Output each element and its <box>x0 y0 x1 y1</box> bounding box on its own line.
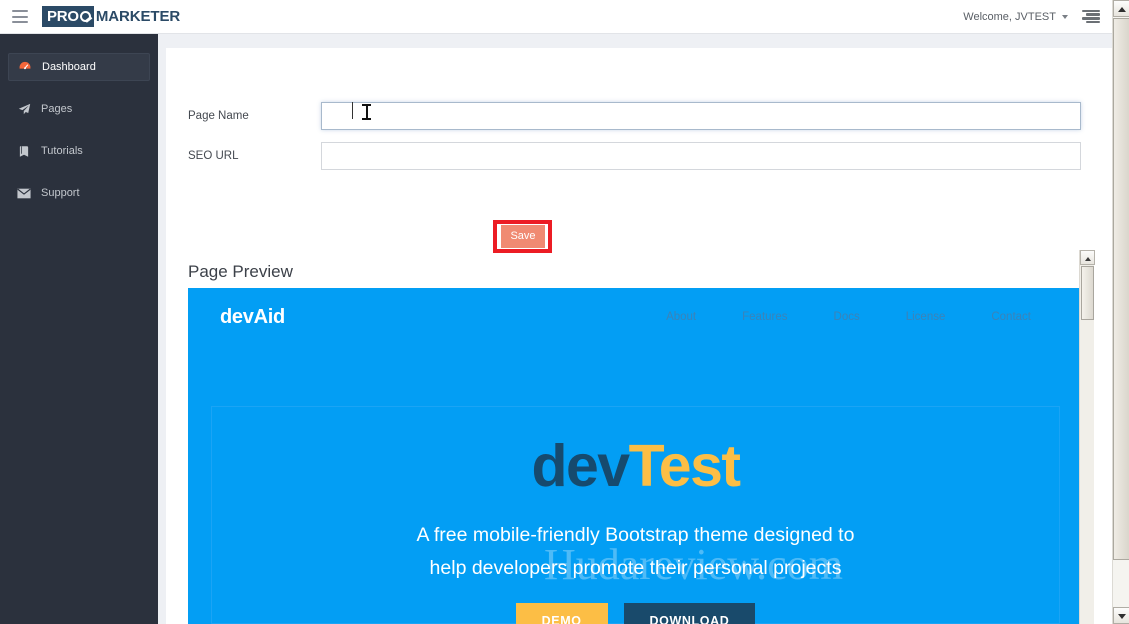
list-icon-bar <box>1082 17 1100 20</box>
hamburger-bar <box>12 10 28 12</box>
brand-logo-text: PRO <box>47 8 79 25</box>
welcome-label[interactable]: Welcome, JVTEST <box>963 11 1062 23</box>
top-bar: PRO MARKETER Welcome, JVTEST <box>0 0 1112 34</box>
brand-logo-box: PRO <box>42 6 94 27</box>
envelope-icon <box>16 188 32 199</box>
book-icon <box>16 145 32 158</box>
page-name-label: Page Name <box>188 110 249 122</box>
preview-demo-button[interactable]: DEMO <box>515 603 608 624</box>
hamburger-icon[interactable] <box>12 10 28 23</box>
seo-url-row: SEO URL <box>166 142 1081 170</box>
preview-hero-buttons: DEMO DOWNLOAD <box>212 603 1059 624</box>
brand-ring-icon <box>79 11 91 22</box>
sidebar-item-tutorials[interactable]: Tutorials <box>8 137 150 165</box>
sidebar: Dashboard Pages Tutorials Support <box>0 34 158 624</box>
preview-hero-title-part2: Test <box>628 433 741 499</box>
sidebar-item-label: Pages <box>41 103 73 115</box>
seo-url-label: SEO URL <box>188 150 239 162</box>
list-icon-bar <box>1082 9 1100 12</box>
preview-navbar: devAid About Features Docs License Conta… <box>188 288 1083 346</box>
preview-hero-title: devTest <box>212 435 1059 497</box>
ibeam-stem <box>366 105 368 119</box>
chevron-down-icon[interactable] <box>1062 14 1068 19</box>
brand-logo[interactable]: PRO MARKETER <box>42 6 180 28</box>
sidebar-item-dashboard[interactable]: Dashboard <box>8 53 150 81</box>
list-icon-bar <box>1085 13 1100 16</box>
hamburger-bar <box>12 21 28 23</box>
ibeam-cursor-icon <box>362 103 371 121</box>
brand-logo-suffix: MARKETER <box>95 8 181 25</box>
preview-hero-subtitle-line1: A free mobile-friendly Bootstrap theme d… <box>416 524 855 546</box>
seo-url-input[interactable] <box>321 142 1081 170</box>
preview-nav-link-docs[interactable]: Docs <box>834 311 860 323</box>
scroll-up-arrow-icon[interactable] <box>1113 0 1129 17</box>
sidebar-item-support[interactable]: Support <box>8 179 150 207</box>
save-button[interactable]: Save <box>501 225 545 248</box>
preview-site-logo[interactable]: devAid <box>220 306 285 329</box>
hamburger-bar <box>12 15 28 18</box>
preview-site: devAid About Features Docs License Conta… <box>188 288 1083 624</box>
preview-scrollbar-thumb[interactable] <box>1081 266 1094 320</box>
preview-hero-container: devTest A free mobile-friendly Bootstrap… <box>211 406 1060 624</box>
preview-nav-link-about[interactable]: About <box>666 311 696 323</box>
preview-download-button[interactable]: DOWNLOAD <box>623 603 756 624</box>
page-preview-frame: devAid About Features Docs License Conta… <box>188 288 1105 624</box>
scroll-up-arrow-icon[interactable] <box>1080 250 1095 265</box>
preview-nav-link-features[interactable]: Features <box>742 311 787 323</box>
content-card: Page Name SEO URL Save Page Preview devA… <box>166 48 1112 624</box>
scroll-down-arrow-icon[interactable] <box>1113 607 1129 624</box>
preview-nav-link-license[interactable]: License <box>906 311 946 323</box>
preview-hero-subtitle-line2: help developers promote their personal p… <box>429 557 842 579</box>
preview-nav-links: About Features Docs License Contact <box>620 311 1031 323</box>
ibeam-bottom <box>362 118 371 120</box>
text-caret <box>352 102 353 119</box>
page-preview-heading: Page Preview <box>188 262 293 281</box>
preview-hero-title-part1: dev <box>531 433 630 499</box>
top-bar-right: Welcome, JVTEST <box>963 0 1112 34</box>
sidebar-item-label: Tutorials <box>41 145 83 157</box>
preview-scrollbar[interactable] <box>1079 250 1095 624</box>
browser-scrollbar[interactable] <box>1112 0 1129 624</box>
list-icon-bar <box>1085 20 1100 24</box>
list-icon[interactable] <box>1082 9 1100 24</box>
browser-scrollbar-thumb[interactable] <box>1113 18 1129 560</box>
main-content: Page Name SEO URL Save Page Preview devA… <box>158 34 1112 624</box>
sidebar-item-label: Support <box>41 187 80 199</box>
preview-hero-subtitle: A free mobile-friendly Bootstrap theme d… <box>212 519 1059 585</box>
app-window: PRO MARKETER Welcome, JVTEST Dashboard P… <box>0 0 1129 624</box>
dashboard-icon <box>17 60 33 74</box>
page-name-input[interactable] <box>321 102 1081 130</box>
sidebar-item-label: Dashboard <box>42 61 96 73</box>
page-name-row: Page Name <box>166 102 1081 130</box>
paper-plane-icon <box>16 103 32 116</box>
sidebar-item-pages[interactable]: Pages <box>8 95 150 123</box>
preview-nav-link-contact[interactable]: Contact <box>991 311 1031 323</box>
